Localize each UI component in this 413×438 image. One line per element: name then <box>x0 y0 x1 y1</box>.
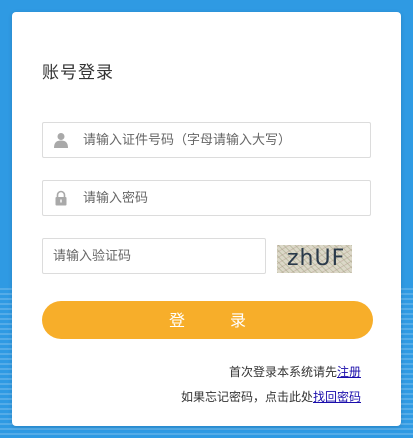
password-input[interactable] <box>83 181 363 215</box>
user-icon <box>54 133 68 148</box>
page-title: 账号登录 <box>42 63 114 83</box>
username-field[interactable] <box>42 122 371 158</box>
lock-icon <box>55 190 67 206</box>
login-card: 账号登录 zhUF 登 录 首次登录本系统请先注册 如果忘记密码，点击此处找回密… <box>12 12 401 426</box>
login-button[interactable]: 登 录 <box>42 301 373 339</box>
forgot-hint-text: 如果忘记密码，点击此处 <box>180 390 313 404</box>
register-hint: 首次登录本系统请先注册 <box>229 363 361 380</box>
username-input[interactable] <box>83 123 363 157</box>
captcha-text: zhUF <box>287 246 346 271</box>
captcha-input[interactable] <box>53 239 253 273</box>
forgot-password-hint: 如果忘记密码，点击此处找回密码 <box>181 388 361 405</box>
register-hint-text: 首次登录本系统请先 <box>228 365 337 379</box>
captcha-image[interactable]: zhUF <box>277 245 352 273</box>
password-field[interactable] <box>42 180 371 216</box>
captcha-field[interactable] <box>42 238 266 274</box>
register-link[interactable]: 注册 <box>337 365 361 379</box>
forgot-password-link[interactable]: 找回密码 <box>313 390 361 404</box>
